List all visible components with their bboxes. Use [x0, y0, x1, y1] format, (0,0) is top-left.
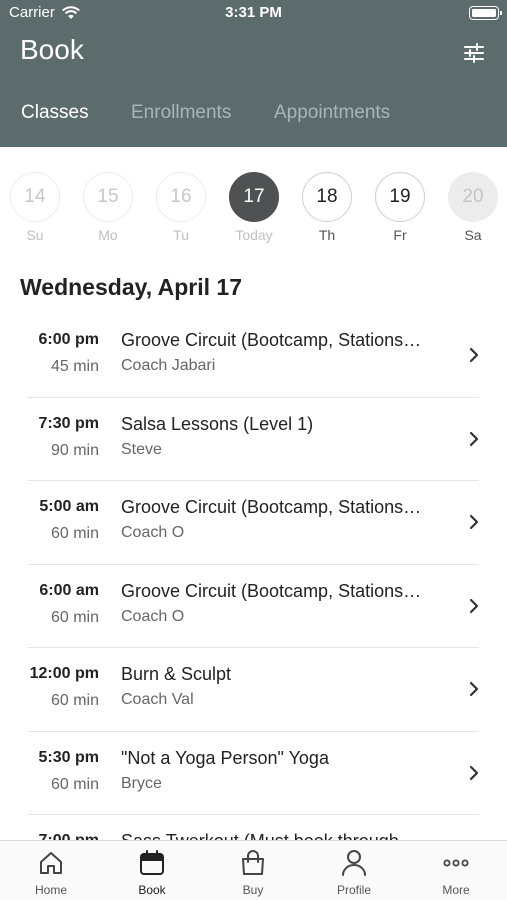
calendar-icon: [140, 850, 164, 875]
chevron-right-icon: [469, 598, 479, 613]
tab-book[interactable]: Book: [112, 849, 192, 897]
class-row[interactable]: 7:30 pm 90 min Salsa Lessons (Level 1) S…: [0, 398, 507, 482]
tab-enrollments[interactable]: Enrollments: [131, 102, 231, 124]
home-icon: [40, 852, 62, 874]
class-time: 5:30 pm: [38, 748, 99, 766]
bottom-tab-bar: Home Book Buy Profile More: [0, 840, 507, 900]
class-time: 7:30 pm: [38, 414, 99, 432]
class-name: "Not a Yoga Person" Yoga: [121, 747, 329, 768]
class-row[interactable]: 6:00 pm 45 min Groove Circuit (Bootcamp,…: [0, 314, 507, 398]
date-heading: Wednesday, April 17: [20, 274, 242, 300]
class-name: Salsa Lessons (Level 1): [121, 413, 314, 434]
tab-buy[interactable]: Buy: [213, 849, 293, 897]
tab-classes[interactable]: Classes: [21, 102, 89, 124]
class-duration: 60 min: [50, 525, 99, 542]
status-bar: Carrier 3:31 PM: [0, 0, 507, 26]
class-duration: 90 min: [50, 441, 99, 459]
class-time: 7:00 pm: [39, 832, 99, 840]
day-number: 17: [229, 172, 279, 222]
battery-icon: [469, 6, 502, 20]
class-time: 6:00 pm: [38, 331, 99, 348]
class-name: Groove Circuit (Bootcamp, Stations…: [121, 330, 422, 350]
class-duration: 60 min: [50, 775, 99, 793]
day-monday[interactable]: 15 Mo: [83, 172, 133, 243]
class-row[interactable]: 5:00 am 60 min Groove Circuit (Bootcamp,…: [0, 481, 507, 565]
class-instructor: Coach O: [121, 524, 185, 541]
tab-label: Book: [138, 883, 166, 897]
tab-label: Profile: [336, 883, 371, 897]
class-row[interactable]: 6:00 am 60 min Groove Circuit (Bootcamp,…: [0, 565, 507, 649]
week-day-strip: 14 Su 15 Mo 16 Tu 17 Today 18 Th 19 Fr 2…: [0, 172, 507, 247]
day-tuesday[interactable]: 16 Tu: [156, 172, 206, 243]
day-saturday[interactable]: 20 Sa: [448, 172, 498, 243]
tab-label: Buy: [242, 883, 264, 897]
person-icon: [342, 850, 366, 876]
day-number: 16: [156, 172, 206, 222]
class-list: 6:00 pm 45 min Groove Circuit (Bootcamp,…: [0, 314, 507, 840]
day-thursday[interactable]: 18 Th: [302, 172, 352, 243]
chevron-right-icon: [469, 681, 479, 697]
day-sunday[interactable]: 14 Su: [10, 172, 60, 243]
day-label: Mo: [98, 227, 118, 243]
class-row[interactable]: 5:30 pm 60 min "Not a Yoga Person" Yoga …: [0, 732, 507, 816]
tab-more[interactable]: More: [416, 849, 496, 897]
day-label: Fr: [393, 227, 407, 243]
day-number: 14: [10, 172, 60, 222]
class-row[interactable]: 7:00 pm Sass Twerkout (Must book through…: [0, 815, 507, 840]
class-time: 6:00 am: [39, 581, 99, 599]
sliders-icon[interactable]: [461, 40, 487, 66]
chevron-right-icon: [469, 431, 479, 446]
day-label: Tu: [173, 227, 189, 243]
class-name: Groove Circuit (Bootcamp, Stations…: [121, 497, 422, 517]
shopping-bag-icon: [242, 850, 264, 875]
class-duration: 60 min: [50, 692, 99, 709]
class-instructor: Coach Val: [121, 691, 194, 708]
day-number: 19: [375, 172, 425, 222]
day-label: Su: [26, 227, 44, 243]
more-dots-icon: [443, 859, 469, 867]
chevron-right-icon: [469, 347, 479, 363]
day-number: 20: [448, 172, 498, 222]
class-duration: 45 min: [50, 358, 99, 375]
day-today[interactable]: 17 Today: [229, 172, 279, 243]
class-name: Groove Circuit (Bootcamp, Stations…: [121, 580, 422, 601]
class-instructor: Coach Jabari: [121, 357, 216, 374]
status-time: 3:31 PM: [225, 4, 282, 21]
class-instructor: Coach O: [121, 607, 185, 625]
class-time: 12:00 pm: [29, 665, 99, 682]
chevron-right-icon: [469, 765, 479, 780]
app-header: Carrier 3:31 PM Book Classes Enrollments…: [0, 0, 507, 147]
class-instructor: Bryce: [121, 774, 162, 792]
tab-label: Home: [34, 883, 67, 897]
class-row[interactable]: 12:00 pm 60 min Burn & Sculpt Coach Val: [0, 648, 507, 732]
class-duration: 60 min: [50, 608, 99, 626]
class-instructor: Steve: [121, 440, 162, 458]
day-label: Th: [318, 227, 336, 243]
day-number: 18: [302, 172, 352, 222]
page-title: Book: [20, 34, 84, 65]
day-label: Today: [235, 227, 273, 243]
tab-profile[interactable]: Profile: [314, 849, 394, 897]
tab-label: More: [442, 883, 470, 897]
class-time: 5:00 am: [39, 498, 99, 515]
chevron-right-icon: [469, 514, 479, 530]
tab-appointments[interactable]: Appointments: [274, 102, 390, 124]
class-name: Burn & Sculpt: [121, 664, 232, 684]
tab-home[interactable]: Home: [11, 849, 91, 897]
day-friday[interactable]: 19 Fr: [375, 172, 425, 243]
day-label: Sa: [464, 227, 482, 243]
day-number: 15: [83, 172, 133, 222]
class-name: Sass Twerkout (Must book through…: [121, 831, 439, 840]
